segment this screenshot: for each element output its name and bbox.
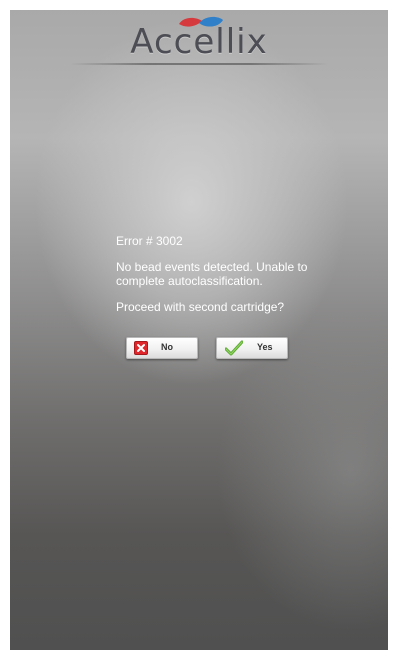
logo-text: Accellix bbox=[130, 22, 268, 62]
error-dialog: Error # 3002 No bead events detected. Un… bbox=[116, 234, 346, 322]
device-screen: Accellix Error # 3002 No bead events det… bbox=[10, 10, 388, 650]
no-button-label: No bbox=[161, 342, 173, 352]
header: Accellix bbox=[10, 10, 388, 68]
yes-button-label: Yes bbox=[257, 342, 273, 352]
dialog-buttons: No Yes bbox=[126, 337, 296, 359]
green-check-icon bbox=[225, 340, 243, 356]
error-message: No bead events detected. Unable to compl… bbox=[116, 260, 308, 288]
error-code: Error # 3002 bbox=[116, 234, 183, 248]
confirm-prompt: Proceed with second cartridge? bbox=[116, 300, 285, 314]
yes-button[interactable]: Yes bbox=[216, 337, 288, 359]
no-button[interactable]: No bbox=[126, 337, 198, 359]
header-divider bbox=[70, 63, 328, 65]
red-x-icon bbox=[134, 341, 148, 355]
